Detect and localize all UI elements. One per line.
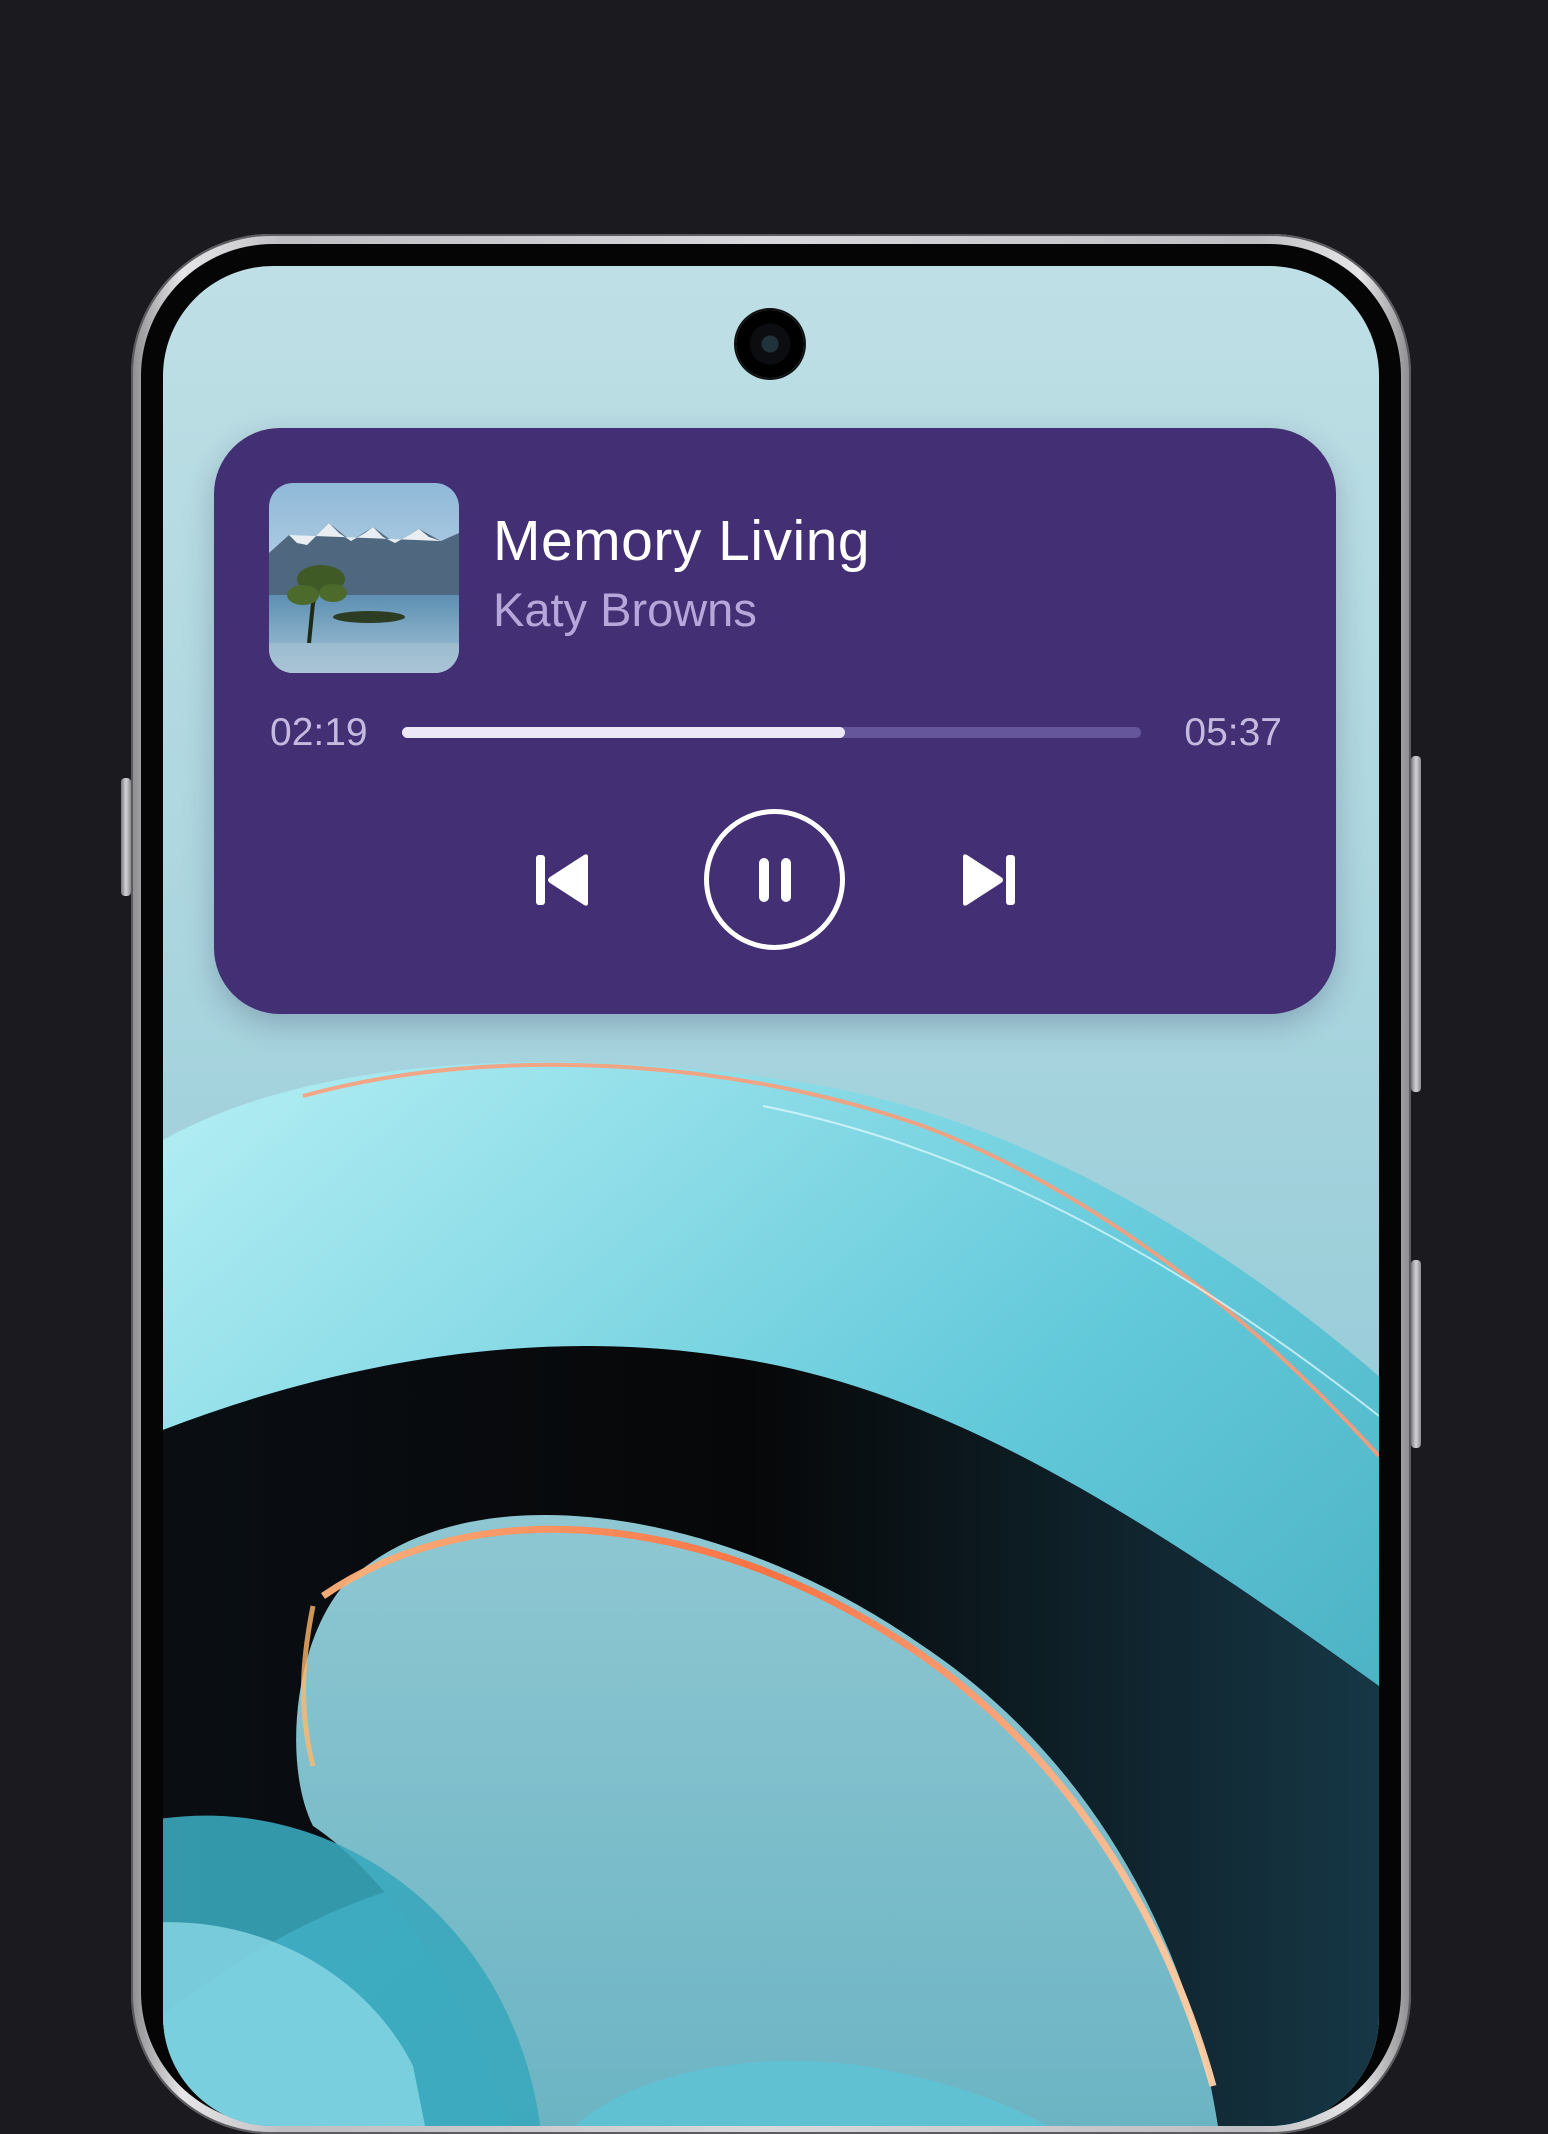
power-button — [1411, 1260, 1421, 1448]
artist-name: Katy Browns — [493, 583, 757, 636]
volume-button — [1411, 756, 1421, 1092]
previous-track-button[interactable] — [530, 847, 596, 913]
total-time: 05:37 — [1184, 711, 1282, 754]
pause-icon — [758, 857, 791, 902]
elapsed-time: 02:19 — [270, 711, 368, 754]
album-art-image — [269, 483, 459, 673]
progress-fill — [402, 727, 846, 738]
album-art — [269, 483, 459, 673]
media-player-widget[interactable]: Memory Living Katy Browns 02:19 05:37 — [214, 428, 1336, 1014]
front-camera — [736, 310, 804, 378]
progress-bar[interactable] — [402, 727, 1141, 738]
skip-next-icon — [963, 854, 1015, 906]
phone-side-button — [121, 778, 131, 896]
skip-previous-icon — [536, 854, 588, 906]
next-track-button[interactable] — [955, 847, 1021, 913]
song-title: Memory Living — [493, 509, 871, 573]
pause-button[interactable] — [704, 809, 845, 950]
